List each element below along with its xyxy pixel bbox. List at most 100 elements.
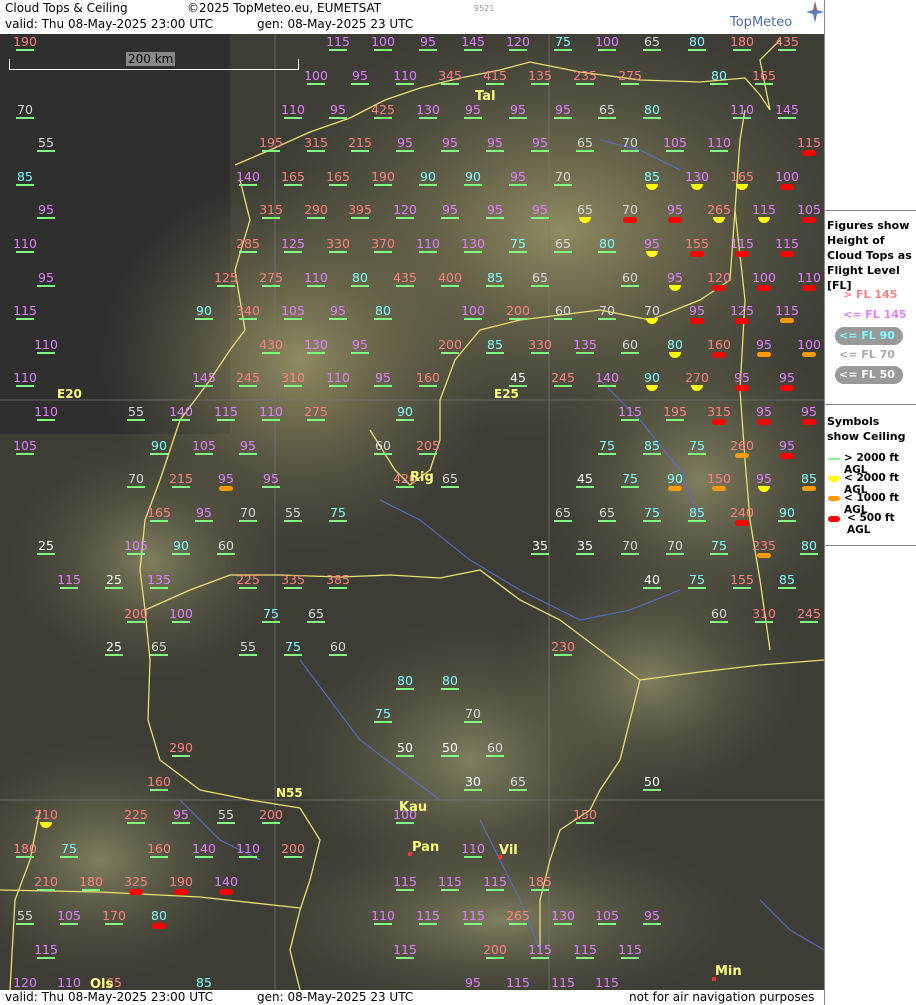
ceiling-symbol — [643, 587, 661, 589]
cloud-top-value: 70 — [622, 538, 638, 553]
ceiling-symbol — [16, 453, 34, 455]
road-label: E25 — [494, 387, 519, 401]
cloud-top-value: 30 — [465, 774, 481, 789]
ceiling-symbol — [531, 352, 549, 354]
ceiling-symbol — [554, 654, 572, 656]
cloud-top-value: 115 — [483, 874, 507, 889]
cloud-top-value: 435 — [393, 270, 417, 285]
ceiling-symbol — [329, 318, 347, 320]
cloud-top-value: 95 — [487, 202, 503, 217]
cloud-top-value: 265 — [707, 202, 731, 217]
cloud-top-value: 65 — [532, 270, 548, 285]
ceiling-symbol — [666, 419, 684, 421]
cloud-top-value: 55 — [17, 908, 33, 923]
cloud-top-value: 145 — [461, 34, 485, 49]
ceiling-symbol — [735, 318, 749, 324]
cloud-top-value: 315 — [304, 135, 328, 150]
ceiling-symbol — [284, 856, 302, 858]
cloud-top-value: 95 — [196, 505, 212, 520]
ceiling-symbol — [710, 621, 728, 623]
cloud-top-value: 55 — [285, 505, 301, 520]
cloud-top-value: 75 — [330, 505, 346, 520]
cloud-top-value: 190 — [169, 874, 193, 889]
ceiling-symbol — [329, 587, 347, 589]
cloud-top-value: 205 — [416, 438, 440, 453]
cloud-top-value: 210 — [34, 874, 58, 889]
cloud-top-value: 115 — [797, 135, 821, 150]
cloud-top-value: 115 — [595, 975, 619, 990]
cloud-top-value: 140 — [192, 841, 216, 856]
cloud-top-value: 140 — [169, 404, 193, 419]
ceiling-symbol — [780, 184, 794, 190]
ceiling-symbol — [351, 83, 369, 85]
ceiling-symbol — [307, 352, 325, 354]
ceiling-symbol — [37, 217, 55, 219]
cloud-top-value: 70 — [622, 202, 638, 217]
cloud-top-value: 75 — [622, 471, 638, 486]
ceiling-symbol — [441, 688, 459, 690]
cloud-top-value: 310 — [752, 606, 776, 621]
cloud-top-value: 45 — [510, 370, 526, 385]
cloud-top-value: 95 — [442, 202, 458, 217]
cloud-top-value: 165 — [147, 505, 171, 520]
cloud-top-value: 100 — [595, 34, 619, 49]
ceiling-symbol — [127, 822, 145, 824]
ceiling-symbol — [329, 49, 347, 51]
ceiling-symbol — [219, 486, 233, 491]
cloud-top-value: 60 — [622, 270, 638, 285]
cloud-top-value: 95 — [555, 102, 571, 117]
ceiling-symbol — [441, 889, 459, 891]
cloud-top-value: 95 — [240, 438, 256, 453]
cloud-top-value: 80 — [375, 303, 391, 318]
cloud-top-value: 115 — [506, 975, 530, 990]
ceiling-symbol — [37, 352, 55, 354]
cloud-top-value: 180 — [730, 34, 754, 49]
cloud-top-value: 105 — [663, 135, 687, 150]
cloud-top-value: 95 — [38, 270, 54, 285]
cloud-top-value: 275 — [618, 68, 642, 83]
ceiling-symbol — [800, 553, 818, 555]
cloud-top-value: 85 — [689, 505, 705, 520]
cloud-top-value: 150 — [707, 471, 731, 486]
cloud-top-value: 115 — [618, 404, 642, 419]
ceiling-symbol — [16, 251, 34, 253]
satellite-map[interactable]: 200 km 190 115 100 95 145 120 75 100 65 80 180 435 1… — [0, 34, 824, 990]
ceiling-symbol — [464, 856, 482, 858]
ceiling-symbol — [307, 419, 325, 421]
ceiling-symbol — [441, 217, 459, 219]
ceiling-symbol — [284, 520, 302, 522]
ceiling-symbol — [374, 318, 392, 320]
cloud-top-value: 105 — [124, 538, 148, 553]
cloud-top-value: 100 — [752, 270, 776, 285]
cloud-top-value: 110 — [304, 270, 328, 285]
cloud-top-value: 115 — [775, 303, 799, 318]
cloud-top-value: 60 — [218, 538, 234, 553]
footer-bar: valid: Thu 08-May-2025 23:00 UTC gen: 08… — [0, 990, 824, 1005]
ceiling-symbol — [598, 117, 616, 119]
ceiling-symbol — [531, 957, 549, 959]
cloud-top-value: 95 — [510, 169, 526, 184]
ceiling-symbol — [486, 755, 504, 757]
ceiling-symbol — [464, 117, 482, 119]
cloud-top-value: 225 — [124, 807, 148, 822]
cloud-top-value: 215 — [348, 135, 372, 150]
cloud-top-value: 75 — [375, 706, 391, 721]
cloud-top-value: 75 — [285, 639, 301, 654]
ceiling-symbol — [666, 553, 684, 555]
ceiling-symbol — [780, 318, 794, 323]
cloud-top-value: 275 — [304, 404, 328, 419]
cloud-top-value: 25 — [106, 639, 122, 654]
ceiling-symbol — [217, 822, 235, 824]
cloud-top-value: 95 — [173, 807, 189, 822]
ceiling-symbol — [623, 217, 637, 223]
ceiling-symbol — [712, 285, 726, 291]
cloud-top-value: 70 — [622, 135, 638, 150]
legend-panel: Figures show Height of Cloud Tops as Fli… — [824, 0, 916, 1005]
ceiling-symbol — [486, 889, 504, 891]
ceiling-symbol — [374, 184, 392, 186]
cloud-top-value: 200 — [506, 303, 530, 318]
ceiling-symbol — [195, 318, 213, 320]
cloud-top-value: 105 — [797, 202, 821, 217]
ceiling-symbol — [598, 923, 616, 925]
ceiling-symbol — [780, 251, 794, 257]
